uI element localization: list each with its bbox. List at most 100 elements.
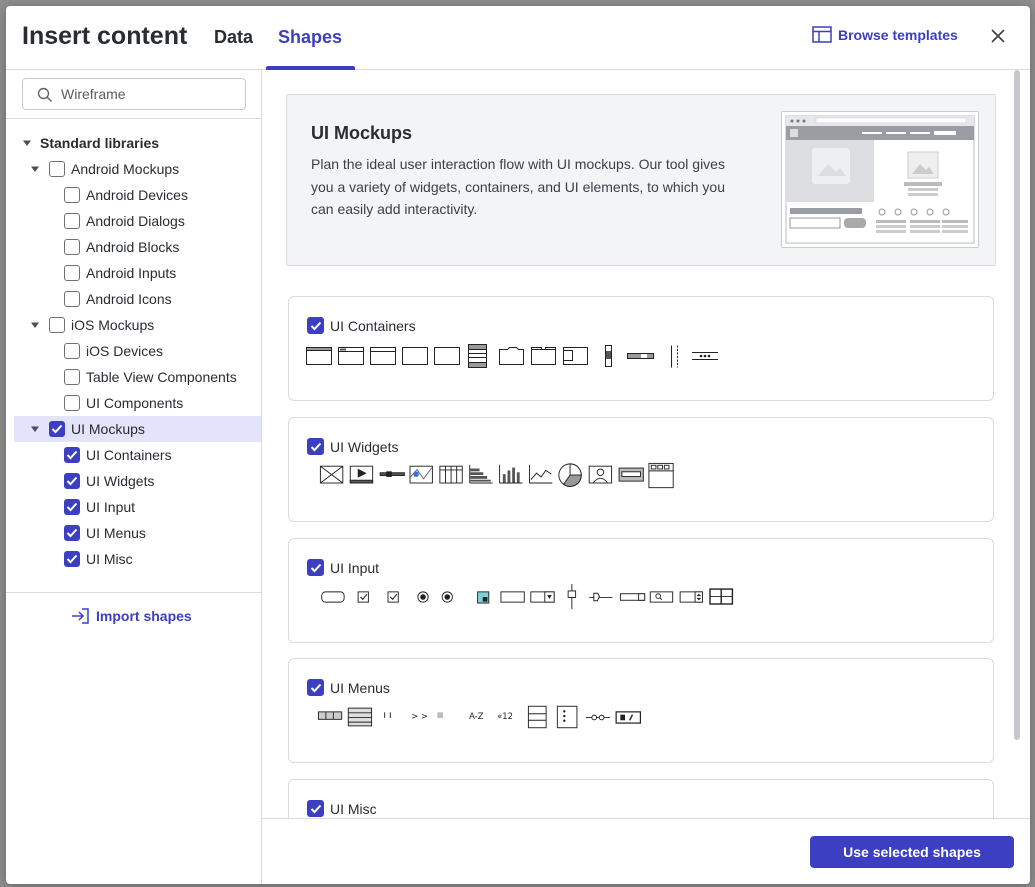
card-label: UI Containers [330,317,416,334]
checkbox-checked[interactable] [64,525,80,541]
library-card-ui-misc[interactable]: UI Misc [288,779,994,818]
import-shapes-link[interactable]: Import shapes [70,608,192,624]
dialog-footer: Use selected shapes [262,818,1030,884]
ui-menus-shape-previews: > > A-Z «12 [317,705,642,729]
card-header[interactable]: UI Menus [307,679,390,696]
section-label: Standard libraries [40,135,160,151]
chevron-down-icon[interactable] [30,320,40,330]
template-layout-icon [812,26,832,43]
tree-item-ui-widgets[interactable]: UI Widgets [64,468,154,494]
tree-item-ui-menus[interactable]: UI Menus [64,520,146,546]
checkbox[interactable] [49,317,65,333]
ui-widgets-shape-previews [319,462,674,489]
az-menu-shape: A-Z [469,711,484,721]
close-icon[interactable] [988,26,1008,46]
tree-item-label: Android Blocks [86,239,180,255]
tree-item-android-blocks[interactable]: Android Blocks [64,234,179,260]
ui-input-shape-previews [321,583,734,610]
checkbox[interactable] [64,395,80,411]
divider [6,592,262,593]
card-header[interactable]: UI Containers [307,317,416,334]
checkbox[interactable] [64,343,80,359]
tree-item-label: UI Mockups [71,421,145,437]
checkbox-checked[interactable] [307,317,324,334]
tree-item-label: Android Devices [86,187,188,203]
ui-mockup-preview-image [781,111,979,248]
tree-item-ui-containers[interactable]: UI Containers [64,442,172,468]
checkbox[interactable] [64,187,80,203]
checkbox-checked[interactable] [64,473,80,489]
card-header[interactable]: UI Input [307,559,379,576]
checkbox-checked[interactable] [307,438,324,455]
checkbox[interactable] [64,239,80,255]
card-header[interactable]: UI Misc [307,800,377,817]
checkbox-checked[interactable] [307,800,324,817]
hero-description: Plan the ideal user interaction flow wit… [311,156,725,217]
library-card-ui-input[interactable]: UI Input [288,538,994,643]
chevron-down-icon[interactable] [30,424,40,434]
search-input[interactable]: Wireframe [22,78,246,110]
tree-item-ui-components[interactable]: UI Components [64,390,183,416]
tree-item-label: UI Components [86,395,184,411]
checkbox[interactable] [49,161,65,177]
checkbox[interactable] [64,369,80,385]
arrows-menu-shape: > > [411,711,428,721]
tree-item-android-icons[interactable]: Android Icons [64,286,172,312]
tree-item-android-dialogs[interactable]: Android Dialogs [64,208,185,234]
search-value: Wireframe [61,86,126,102]
card-label: UI Misc [330,800,377,817]
checkbox-checked[interactable] [64,447,80,463]
checkbox-checked[interactable] [49,421,65,437]
tree-item-ui-mockups[interactable]: UI Mockups [14,416,261,442]
search-icon [37,87,52,102]
section-standard-libraries[interactable]: Standard libraries [22,130,159,156]
card-label: UI Menus [330,679,390,696]
tree-item-label: Table View Components [86,369,237,385]
tree-item-label: UI Misc [86,551,133,567]
library-hero: UI Mockups Plan the ideal user interacti… [286,94,996,266]
tree-item-label: Android Icons [86,291,172,307]
tab-data[interactable]: Data [214,27,253,48]
card-header[interactable]: UI Widgets [307,438,398,455]
use-selected-shapes-button[interactable]: Use selected shapes [810,836,1014,868]
vertical-scrollbar[interactable] [1014,70,1020,740]
tree-item-label: UI Widgets [86,473,155,489]
browse-templates-label: Browse templates [838,27,958,43]
tree-item-label: UI Input [86,499,136,515]
insert-content-dialog: Insert content Data Shapes Browse templa… [6,6,1030,884]
tree-item-ui-misc[interactable]: UI Misc [64,546,133,572]
library-card-ui-widgets[interactable]: UI Widgets [288,417,994,522]
checkbox-checked[interactable] [64,551,80,567]
chevron-down-icon [22,138,32,148]
divider [6,118,262,119]
checkbox-checked[interactable] [307,559,324,576]
ui-containers-shape-previews [306,344,718,368]
card-label: UI Input [330,559,380,576]
tree-item-label: UI Containers [86,447,172,463]
tree-item-ios-mockups[interactable]: iOS Mockups [30,312,154,338]
tree-item-table-view-components[interactable]: Table View Components [64,364,237,390]
pagination-menu-shape: «12 [497,711,513,721]
tree-item-android-devices[interactable]: Android Devices [64,182,188,208]
tree-item-android-mockups[interactable]: Android Mockups [30,156,179,182]
browse-templates-link[interactable]: Browse templates [812,26,958,44]
shapes-panel: UI Mockups Plan the ideal user interacti… [262,70,1030,818]
tree-item-label: Android Mockups [71,161,180,177]
checkbox-checked[interactable] [64,499,80,515]
checkbox[interactable] [64,291,80,307]
tree-item-label: iOS Mockups [71,317,155,333]
tab-shapes[interactable]: Shapes [278,27,342,48]
chevron-down-icon[interactable] [30,164,40,174]
tree-item-ios-devices[interactable]: iOS Devices [64,338,163,364]
tree-item-label: Android Dialogs [86,213,185,229]
dialog-header: Insert content Data Shapes Browse templa… [6,6,1030,70]
library-card-ui-menus[interactable]: UI Menus > > A-Z «12 [288,658,994,763]
tree-item-android-inputs[interactable]: Android Inputs [64,260,176,286]
tree-item-ui-input[interactable]: UI Input [64,494,135,520]
library-card-ui-containers[interactable]: UI Containers [288,296,994,401]
checkbox[interactable] [64,265,80,281]
checkbox-checked[interactable] [307,679,324,696]
tree-item-label: iOS Devices [86,343,164,359]
checkbox[interactable] [64,213,80,229]
hero-title: UI Mockups [311,123,413,143]
